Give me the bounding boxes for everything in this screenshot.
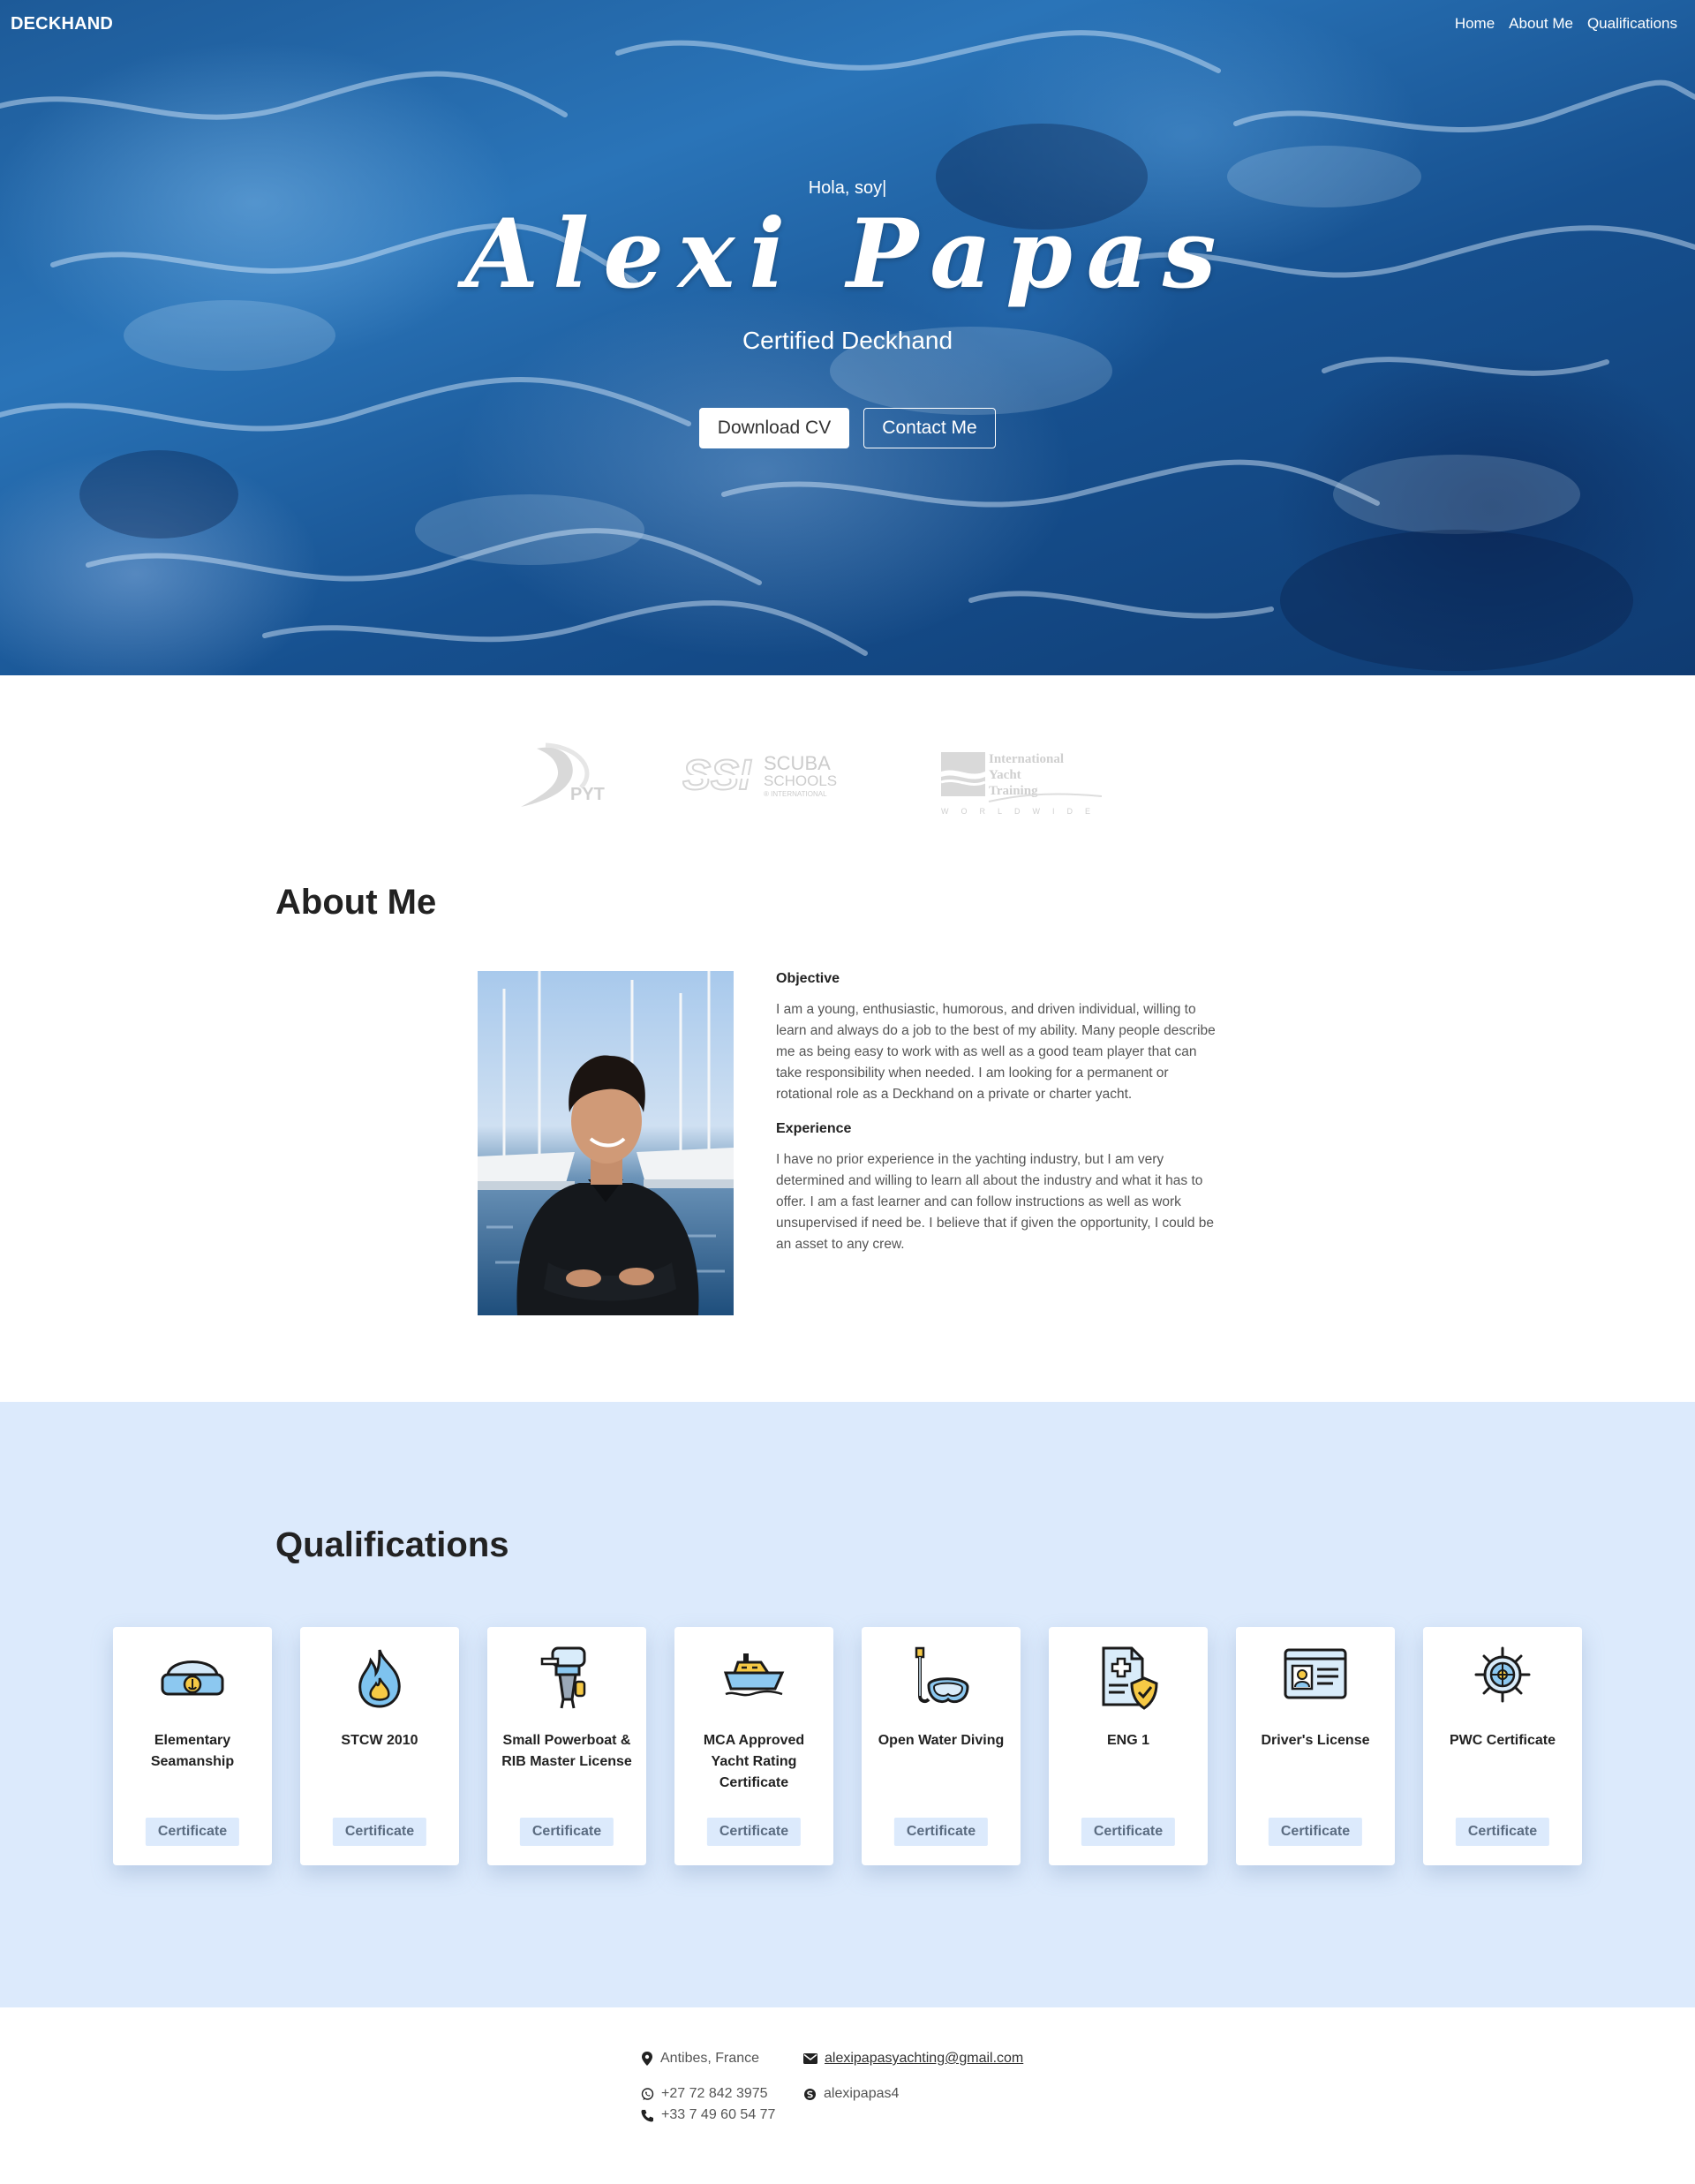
nav-link-about-me[interactable]: About Me [1509, 15, 1573, 33]
medical-document-icon [1049, 1646, 1208, 1710]
partner-logos: PYT SSI SCUBA SCHOOLS ® INTERNATIONAL In… [0, 742, 1695, 821]
ship-wheel-icon [1423, 1646, 1582, 1708]
qualification-cards: Elementary Seamanship Certificate STCW 2… [113, 1627, 1582, 1865]
certificate-button[interactable]: Certificate [1268, 1818, 1363, 1846]
footer-email: alexipapasyachting@gmail.com [803, 2051, 1023, 2067]
svg-text:SCHOOLS: SCHOOLS [764, 772, 837, 789]
qualifications-section: Qualifications Elementary Seamanship Cer… [0, 1402, 1695, 2007]
whatsapp-number: +27 72 842 3975 [661, 2086, 768, 2101]
certificate-button[interactable]: Certificate [1081, 1818, 1176, 1846]
ssi-logo: SSI SCUBA SCHOOLS ® INTERNATIONAL [682, 751, 837, 800]
hero-buttons: Download CV Contact Me [0, 408, 1695, 448]
hero-role: Certified Deckhand [742, 327, 953, 354]
qualification-card: Driver's License Certificate [1236, 1627, 1395, 1865]
qualification-card: Small Powerboat & RIB Master License Cer… [487, 1627, 646, 1865]
qualification-card: MCA Approved Yacht Rating Certificate Ce… [674, 1627, 833, 1865]
about-title: About Me [275, 883, 437, 922]
footer-whatsapp: +27 72 842 3975 [641, 2086, 768, 2102]
hero-greeting: Hola, soy| [808, 178, 887, 198]
nav-brand[interactable]: DECKHAND [11, 14, 113, 34]
certificate-button[interactable]: Certificate [893, 1818, 989, 1846]
certificate-button[interactable]: Certificate [1455, 1818, 1550, 1846]
outboard-motor-icon [487, 1646, 646, 1709]
whatsapp-icon [641, 2087, 654, 2100]
yacht-icon [674, 1646, 833, 1708]
skype-icon [804, 2088, 816, 2100]
hero-section: DECKHAND Home About Me Qualifications Ho… [0, 0, 1695, 675]
envelope-icon [803, 2053, 817, 2064]
qualification-title: Small Powerboat & RIB Master License [501, 1733, 632, 1769]
id-card-icon [1236, 1646, 1395, 1708]
contact-me-button[interactable]: Contact Me [863, 408, 996, 448]
qualification-title: PWC Certificate [1449, 1733, 1556, 1748]
qualification-card: ENG 1 Certificate [1049, 1627, 1208, 1865]
svg-text:International: International [989, 752, 1064, 766]
download-cv-button[interactable]: Download CV [699, 408, 849, 448]
qualification-card: STCW 2010 Certificate [300, 1627, 459, 1865]
qualification-title: Elementary Seamanship [150, 1733, 235, 1769]
objective-heading: Objective [776, 971, 840, 986]
qualification-card: Open Water Diving Certificate [862, 1627, 1021, 1865]
skype-username: alexipapas4 [824, 2086, 900, 2101]
nav-link-home[interactable]: Home [1455, 15, 1495, 33]
qualification-title: Driver's License [1261, 1733, 1370, 1748]
svg-text:WORLDWIDE: WORLDWIDE [941, 807, 1102, 816]
footer-skype: alexipapas4 [803, 2086, 899, 2102]
phone-icon [641, 2109, 653, 2121]
hero-name: Alexi Papas [464, 199, 1231, 310]
svg-text:® INTERNATIONAL: ® INTERNATIONAL [764, 790, 827, 798]
sailor-hat-icon [113, 1646, 272, 1708]
certificate-button[interactable]: Certificate [332, 1818, 427, 1846]
footer: Antibes, France alexipapasyachting@gmail… [0, 2007, 1695, 2184]
map-pin-icon [642, 2052, 652, 2066]
qualification-title: STCW 2010 [341, 1733, 418, 1748]
svg-text:PYT: PYT [570, 785, 605, 804]
svg-text:SCUBA: SCUBA [764, 752, 831, 774]
snorkel-mask-icon [862, 1646, 1021, 1708]
footer-location: Antibes, France [641, 2051, 759, 2067]
objective-text: I am a young, enthusiastic, humorous, an… [776, 1002, 1216, 1102]
phone-number: +33 7 49 60 54 77 [661, 2107, 776, 2122]
experience-heading: Experience [776, 1121, 852, 1136]
footer-phone: +33 7 49 60 54 77 [641, 2107, 775, 2123]
certificate-button[interactable]: Certificate [145, 1818, 240, 1846]
qualification-card: PWC Certificate Certificate [1423, 1627, 1582, 1865]
qualification-title: Open Water Diving [878, 1733, 1005, 1748]
certificate-button[interactable]: Certificate [519, 1818, 614, 1846]
top-nav: Home About Me Qualifications [1455, 15, 1677, 33]
location-text: Antibes, France [660, 2051, 760, 2066]
qualification-title: ENG 1 [1106, 1733, 1149, 1748]
pyt-logo: PYT [521, 742, 605, 807]
certificate-button[interactable]: Certificate [706, 1818, 802, 1846]
about-text: Objective I am a young, enthusiastic, hu… [776, 971, 1217, 1271]
experience-text: I have no prior experience in the yachti… [776, 1152, 1215, 1252]
qualification-title: MCA Approved Yacht Rating Certificate [703, 1733, 805, 1790]
nav-link-qualifications[interactable]: Qualifications [1587, 15, 1677, 33]
fire-icon [300, 1646, 459, 1708]
qualifications-title: Qualifications [275, 1525, 509, 1564]
svg-text:Yacht: Yacht [989, 768, 1021, 782]
qualification-card: Elementary Seamanship Certificate [113, 1627, 272, 1865]
email-link[interactable]: alexipapasyachting@gmail.com [825, 2051, 1023, 2067]
profile-photo [478, 971, 734, 1315]
iyt-logo: International Yacht Training WORLDWIDE [940, 752, 1102, 816]
